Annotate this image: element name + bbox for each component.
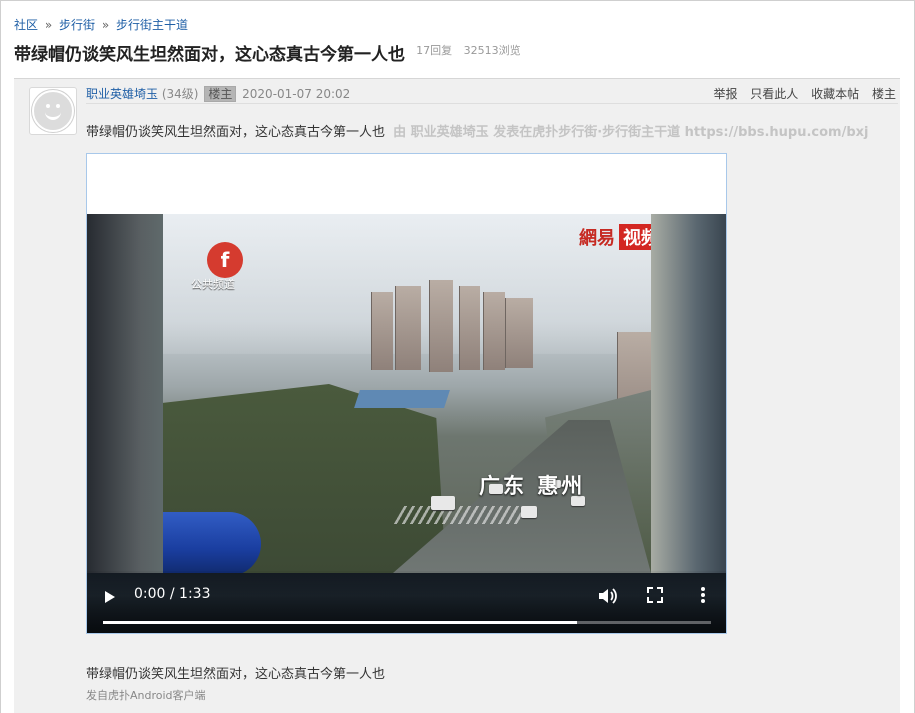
post-intro: 带绿帽仍谈笑风生坦然面对，这心态真古今第一人也 由 职业英雄埼玉 发表在虎扑步行… [86,121,868,140]
post-actions: 举报 只看此人 收藏本帖 楼主 [704,85,896,102]
blue-water-tank [163,512,261,576]
video-progress-fill [103,621,578,624]
more-vertical-icon[interactable] [697,585,709,605]
post-timestamp: 2020-01-07 20:02 [242,87,351,101]
floor-link[interactable]: 楼主 [872,87,896,101]
fullscreen-icon[interactable] [647,587,663,603]
favorite-post-button[interactable]: 收藏本帖 [811,87,859,101]
breadcrumb-main-road-link[interactable]: 步行街主干道 [116,18,188,32]
channel-logo-text: 公共频道 [191,278,235,291]
breadcrumb-community-link[interactable]: 社区 [14,18,38,32]
post-client-info: 发自虎扑Android客户端 [86,689,206,702]
view-author-only-button[interactable]: 只看此人 [750,87,798,101]
avatar-placeholder [32,90,74,132]
netease-video-watermark: 網易视频 [579,224,651,250]
video-time: 0:00 / 1:33 [134,586,211,602]
crosswalk [393,506,529,524]
thread-starter-badge: 楼主 [204,86,237,102]
post-meta: 职业英雄埼玉 (34级) 楼主 2020-01-07 20:02 [86,85,350,102]
embedded-video-player[interactable]: f 公共频道 網易视频 广东 惠州 0:00 / 1:33 [86,153,727,634]
thread-header: 带绿帽仍谈笑风生坦然面对，这心态真古今第一人也 17回复 32513浏览 [14,40,521,65]
post-intro-text: 带绿帽仍谈笑风生坦然面对，这心态真古今第一人也 [86,125,386,140]
location-caption: 广东 惠州 [479,474,586,498]
post-card: 职业英雄埼玉 (34级) 楼主 2020-01-07 20:02 举报 只看此人… [14,78,900,713]
video-label: 视频 [619,224,651,250]
channel-logo-icon: f [207,242,243,278]
author-avatar[interactable] [29,87,77,135]
report-button[interactable]: 举报 [713,87,737,101]
source-watermark-text: 由 职业英雄埼玉 发表在虎扑步行街·步行街主干道 https://bbs.hup… [393,125,869,140]
video-controls: 0:00 / 1:33 [87,571,726,633]
meta-divider [86,103,898,104]
breadcrumb-pedestrian-street-link[interactable]: 步行街 [59,18,95,32]
breadcrumb: 社区 » 步行街 » 步行街主干道 [14,16,188,33]
thread-title: 带绿帽仍谈笑风生坦然面对，这心态真古今第一人也 [14,45,405,65]
author-level: (34级) [161,87,199,101]
author-name-link[interactable]: 职业英雄埼玉 [86,87,158,101]
volume-icon[interactable] [597,587,617,605]
breadcrumb-separator: » [44,18,53,32]
video-progress-bar[interactable] [103,621,711,624]
blue-roof [354,390,450,408]
thread-stats: 17回复 32513浏览 [416,42,521,58]
video-frame[interactable]: f 公共频道 網易视频 广东 惠州 0:00 / 1:33 [87,214,726,633]
netease-brand-text: 網易 [579,228,615,249]
post-body-text: 带绿帽仍谈笑风生坦然面对，这心态真古今第一人也 [86,667,386,682]
play-icon[interactable] [105,591,115,603]
reply-count: 17回复 [416,44,453,57]
breadcrumb-separator: » [101,18,110,32]
view-count: 32513浏览 [463,44,521,57]
